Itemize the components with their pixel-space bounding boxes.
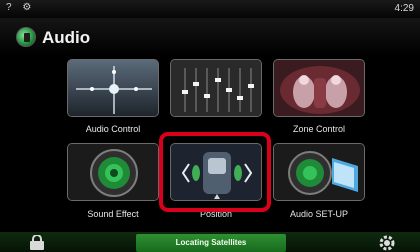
gps-status-notice: Locating Satellites (136, 234, 286, 252)
audio-setup-button[interactable] (273, 143, 365, 201)
audio-control-label: Audio Control (85, 124, 141, 134)
audio-app-icon[interactable] (16, 27, 36, 47)
equalizer-icon (171, 60, 261, 116)
clock: 4:29 (394, 3, 414, 14)
status-icons: ? ⚙ (6, 2, 36, 13)
lock-icon (30, 234, 44, 250)
speaker-icon (68, 144, 158, 200)
gear-icon (379, 235, 395, 251)
sound-effect-button[interactable] (67, 143, 159, 201)
settings-button[interactable] (378, 234, 396, 252)
lock-button[interactable] (26, 234, 48, 250)
status-bar: ? ⚙ 4:29 (0, 0, 420, 18)
zone-control-label: Zone Control (292, 124, 346, 134)
page-title: Audio (42, 28, 91, 47)
equalizer-button[interactable] (170, 59, 262, 117)
zone-control-button[interactable] (273, 59, 365, 117)
speaker-setup-icon (274, 144, 364, 200)
crossover-joystick-icon (68, 60, 158, 116)
header: Audio (0, 18, 420, 56)
audio-control-button[interactable] (67, 59, 159, 117)
audio-setup-label: Audio SET-UP (289, 209, 349, 219)
sound-effect-label: Sound Effect (87, 209, 139, 219)
car-interior-icon (274, 60, 364, 116)
selection-highlight (159, 132, 271, 212)
